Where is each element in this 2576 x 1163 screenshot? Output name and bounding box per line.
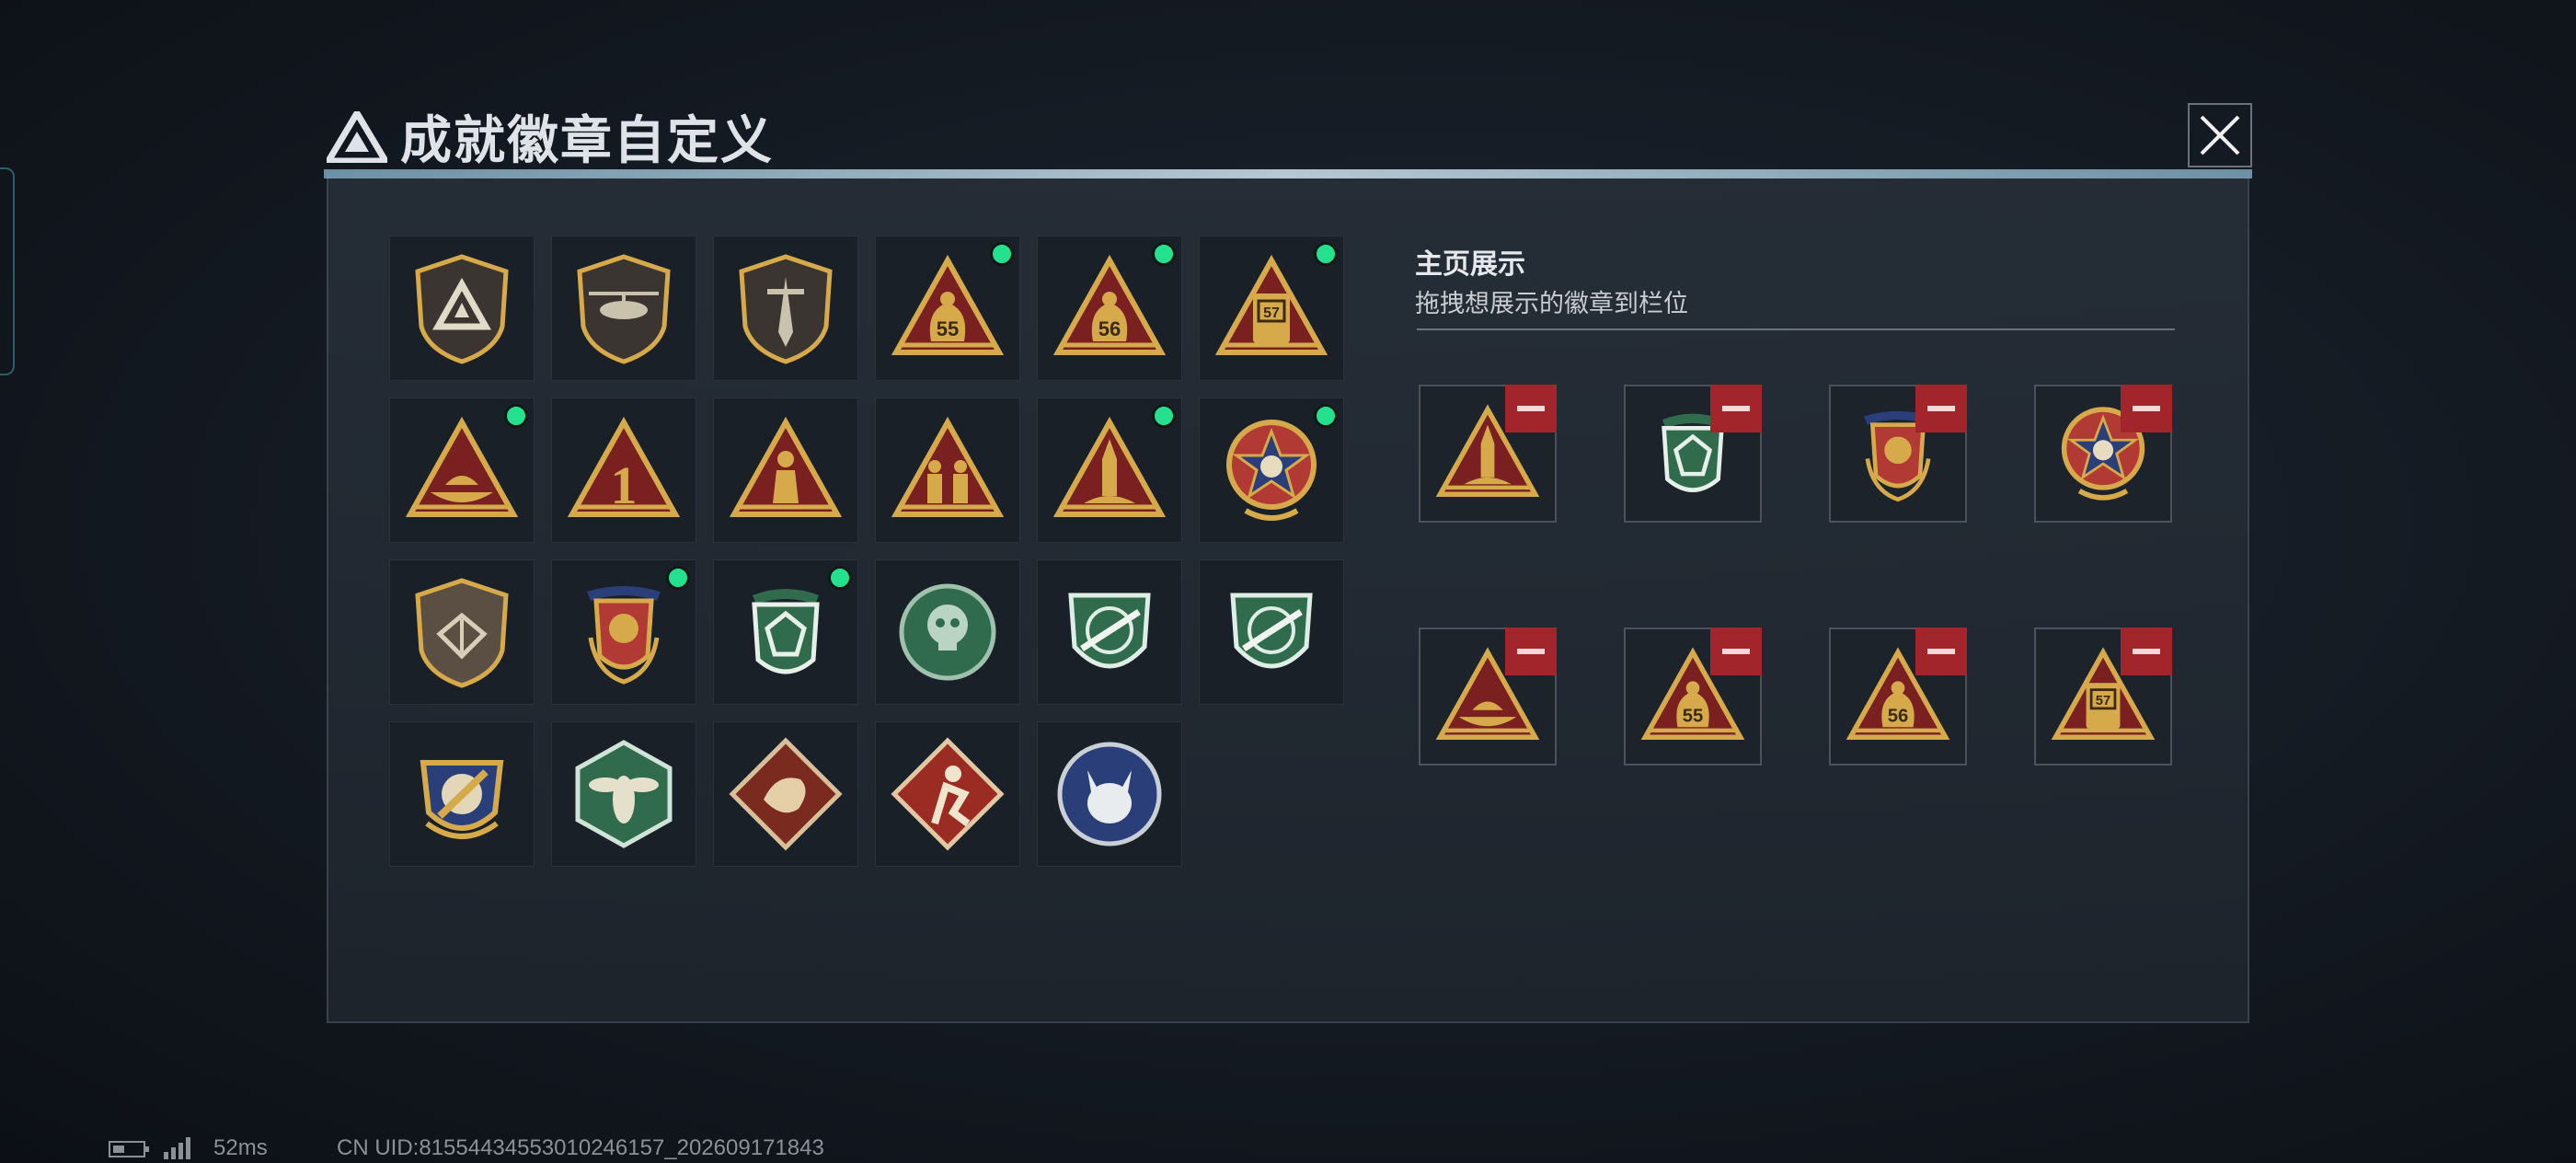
svg-text:56: 56	[1098, 317, 1121, 340]
badge-cell[interactable]: 56	[1037, 236, 1182, 381]
showcase-slot[interactable]: 55	[1624, 628, 1762, 766]
badge-cell[interactable]	[875, 397, 1020, 543]
svg-text:1: 1	[611, 455, 638, 515]
wing-shield-badge-icon	[415, 578, 509, 688]
showcase-slot[interactable]	[1419, 628, 1557, 766]
badge-cell[interactable]	[551, 236, 696, 381]
remove-badge-button[interactable]	[1710, 628, 1762, 675]
badge-cell[interactable]	[551, 721, 696, 867]
badge-cell[interactable]	[389, 721, 535, 867]
badge-collection-grid: 55 56 57 1	[389, 236, 1344, 867]
remove-badge-button[interactable]	[1915, 628, 1967, 675]
remove-badge-button[interactable]	[1505, 628, 1557, 675]
equipped-indicator	[828, 566, 852, 590]
hornet-hex-badge-icon	[575, 740, 673, 848]
rocket-badge-icon	[1052, 416, 1167, 517]
badge-cell[interactable]	[1037, 721, 1182, 867]
remove-badge-button[interactable]	[2121, 385, 2172, 432]
page-title-text: 成就徽章自定义	[400, 111, 774, 169]
green-gem-badge-icon	[752, 589, 820, 674]
bag-56-badge-icon: 56	[1052, 254, 1167, 355]
badge-cell[interactable]	[551, 559, 696, 705]
lynx-round-badge-icon	[1057, 742, 1162, 846]
dagger-shield-badge-icon	[739, 254, 833, 364]
equipped-indicator	[1314, 404, 1338, 428]
badge-cell[interactable]: 1	[551, 397, 696, 543]
battery-icon	[109, 1141, 149, 1157]
dragon-diamond-badge-icon	[729, 737, 843, 851]
panel-top-bar	[324, 169, 2252, 178]
delta-logo-icon	[327, 110, 387, 163]
ping-text: 52ms	[213, 1135, 268, 1160]
badge-cell[interactable]: 55	[875, 236, 1020, 381]
badge-cell[interactable]: 57	[1199, 236, 1344, 381]
showcase-subtitle: 拖拽想展示的徽章到栏位	[1415, 290, 1688, 317]
badge-cell[interactable]	[875, 559, 1020, 705]
green-skull-badge-icon	[899, 583, 996, 681]
svg-text:56: 56	[1888, 707, 1909, 727]
equipped-indicator	[504, 404, 528, 428]
boat-badge-icon	[405, 416, 519, 517]
close-icon	[2200, 115, 2240, 155]
signal-icon	[164, 1137, 190, 1159]
page-title: 成就徽章自定义	[327, 99, 774, 174]
showcase-divider	[1417, 328, 2175, 330]
showcase-slot[interactable]: 56	[1829, 628, 1967, 766]
svg-text:57: 57	[2096, 694, 2110, 708]
helicopter-shield-badge-icon	[577, 254, 671, 364]
svg-text:57: 57	[1263, 305, 1280, 321]
showcase-slots: 55 56 57	[1419, 385, 2172, 766]
badge-cell[interactable]	[1199, 397, 1344, 543]
banner-laurel-badge-icon	[587, 586, 661, 685]
badge-cell[interactable]	[1037, 559, 1182, 705]
badge-cell[interactable]	[713, 236, 858, 381]
svg-text:55: 55	[937, 317, 959, 340]
badge-cell[interactable]	[1199, 559, 1344, 705]
bag-55-badge-icon: 55	[891, 254, 1005, 355]
showcase-slot[interactable]	[1829, 385, 1967, 523]
number-one-badge-icon: 1	[567, 416, 681, 517]
close-button[interactable]	[2188, 103, 2252, 167]
badge-cell[interactable]	[713, 559, 858, 705]
uid-text: CN UID:8155443455301024615​7_20260917184…	[337, 1135, 824, 1160]
logo-shield-badge-icon	[415, 254, 509, 364]
equipped-indicator	[666, 566, 690, 590]
squad-badge-icon	[891, 416, 1005, 517]
skull-star-medal-badge-icon	[1226, 420, 1317, 521]
green-rifle-badge-2-icon	[1230, 593, 1313, 669]
runner-diamond-badge-icon	[891, 737, 1005, 851]
showcase-slot[interactable]	[2034, 385, 2172, 523]
remove-badge-button[interactable]	[2121, 628, 2172, 675]
equipped-indicator	[1152, 404, 1176, 428]
showcase-title: 主页展示	[1415, 249, 1525, 280]
badge-cell[interactable]	[389, 397, 535, 543]
badge-cell[interactable]	[875, 721, 1020, 867]
side-edge-tab[interactable]	[0, 167, 15, 375]
equipped-indicator	[990, 242, 1014, 266]
equipped-indicator	[1314, 242, 1338, 266]
badge-cell[interactable]	[1037, 397, 1182, 543]
svg-text:55: 55	[1683, 707, 1704, 727]
showcase-slot[interactable]	[1419, 385, 1557, 523]
equipped-indicator	[1152, 242, 1176, 266]
remove-badge-button[interactable]	[1710, 385, 1762, 432]
badge-cell[interactable]	[713, 721, 858, 867]
badge-cell[interactable]	[713, 397, 858, 543]
crate-57-badge-icon: 57	[1214, 254, 1328, 355]
blue-crest-badge-icon	[420, 760, 504, 839]
showcase-slot[interactable]: 57	[2034, 628, 2172, 766]
soldier-badge-icon	[729, 416, 843, 517]
badge-cell[interactable]	[389, 559, 535, 705]
green-rifle-badge-icon	[1068, 593, 1151, 669]
remove-badge-button[interactable]	[1505, 385, 1557, 432]
remove-badge-button[interactable]	[1915, 385, 1967, 432]
badge-cell[interactable]	[389, 236, 535, 381]
showcase-slot[interactable]	[1624, 385, 1762, 523]
